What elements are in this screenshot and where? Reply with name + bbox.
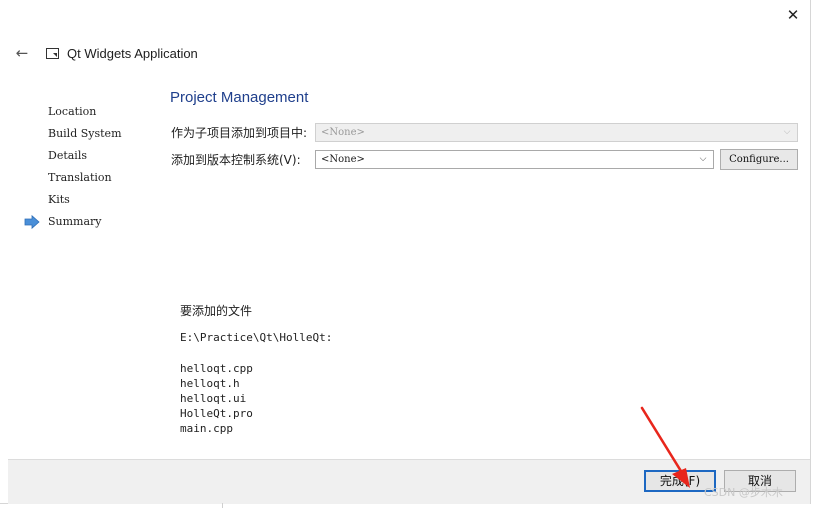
close-icon: ✕ [786,6,800,24]
subproject-label: 作为子项目添加到项目中: [171,126,308,140]
chevron-down-icon: ⌵ [783,127,791,137]
files-path: E:\Practice\Qt\HolleQt: [180,331,333,344]
configure-button[interactable]: Configure... [720,149,798,170]
vcs-combo[interactable]: <None> ⌵ [315,150,714,169]
step-details: Details [24,148,164,170]
list-item: helloqt.ui [180,392,247,405]
step-kits: Kits [24,192,164,214]
current-step-arrow-icon [24,215,40,229]
window-edge [0,459,8,503]
divider [222,503,223,508]
back-button[interactable]: ← [12,44,32,62]
step-label: Kits [48,193,70,206]
step-build-system: Build System [24,126,164,148]
chevron-down-icon: ⌵ [699,154,707,164]
app-icon [46,48,59,59]
list-item: main.cpp [180,422,233,435]
page-title: Project Management [170,89,309,106]
vcs-value: <None> [321,154,365,165]
step-location: Location [24,104,164,126]
close-button[interactable]: ✕ [780,4,806,26]
list-item: helloqt.h [180,377,240,390]
vcs-label: 添加到版本控制系统(V): [171,153,301,167]
files-heading: 要添加的文件 [180,304,253,318]
step-label: Details [48,149,87,162]
files-list: helloqt.cpp helloqt.h helloqt.ui HolleQt… [180,361,253,436]
step-label: Summary [48,215,102,228]
back-arrow-icon: ← [15,44,29,62]
step-summary: Summary [24,214,164,236]
step-translation: Translation [24,170,164,192]
wizard-title: Qt Widgets Application [67,46,198,61]
annotation-arrow-icon [640,406,690,488]
watermark: CSDN @步木木 [704,486,783,499]
wizard-steps: Location Build System Details Translatio… [24,104,164,236]
step-label: Build System [48,127,122,140]
list-item: helloqt.cpp [180,362,253,375]
list-item: HolleQt.pro [180,407,253,420]
subproject-value: <None> [321,127,365,138]
subproject-combo: <None> ⌵ [315,123,798,142]
step-label: Translation [48,171,112,184]
step-label: Location [48,105,97,118]
